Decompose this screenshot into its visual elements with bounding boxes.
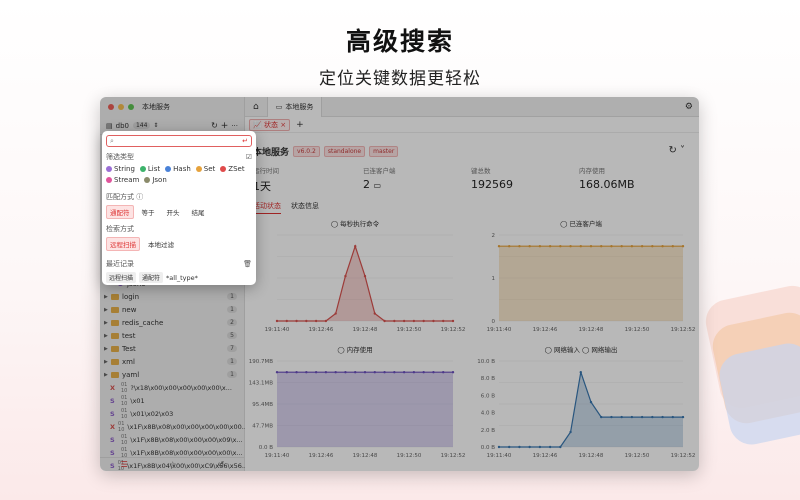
type-filter-stream[interactable]: Stream xyxy=(106,176,139,184)
type-filter-hash[interactable]: Hash xyxy=(165,165,191,173)
option-button[interactable]: 通配符 xyxy=(106,205,134,219)
type-color-dot xyxy=(106,177,112,183)
type-label: Stream xyxy=(114,176,140,184)
type-color-dot xyxy=(139,166,146,172)
checkbox-icon[interactable]: ☑ xyxy=(246,153,252,161)
type-filter-json[interactable]: Json xyxy=(144,176,167,184)
type-filter-zset[interactable]: ZSet xyxy=(220,165,245,173)
search-mode-label: 检索方式 xyxy=(106,225,134,233)
type-label: ZSet xyxy=(228,165,245,173)
recent-section: 最近记录 🗑 xyxy=(106,259,252,269)
type-color-dot xyxy=(220,166,227,172)
type-filter-list[interactable]: List xyxy=(139,165,161,173)
help-icon[interactable]: ⓘ xyxy=(136,193,143,201)
type-label: Hash xyxy=(173,165,191,173)
match-options: 通配符 等于 开头 结尾 xyxy=(106,205,252,219)
recent-label: 最近记录 xyxy=(106,260,134,268)
search-mode-options: 远程扫描 本地过滤 xyxy=(106,237,252,251)
option-button[interactable]: 本地过滤 xyxy=(144,237,178,251)
type-color-dot xyxy=(165,166,172,172)
type-filter-set[interactable]: Set xyxy=(195,165,216,173)
type-label: Set xyxy=(203,165,216,173)
recent-chip: 远程扫描 xyxy=(106,272,137,283)
enter-icon[interactable]: ↵ xyxy=(242,137,248,145)
type-label: List xyxy=(147,165,161,173)
match-label-wrap: 匹配方式 ⓘ xyxy=(106,192,143,202)
type-color-dot xyxy=(144,177,151,183)
search-input[interactable]: ⌕ ↵ xyxy=(106,135,252,147)
option-button[interactable]: 结尾 xyxy=(188,205,209,219)
search-mode-section: 检索方式 xyxy=(106,224,252,234)
option-button[interactable]: 等于 xyxy=(138,205,159,219)
type-filter-string[interactable]: String xyxy=(106,165,135,173)
filter-section: 筛选类型 ☑ xyxy=(106,152,252,162)
search-icon: ⌕ xyxy=(110,136,114,145)
filter-label: 筛选类型 xyxy=(106,153,134,161)
option-button[interactable]: 远程扫描 xyxy=(106,237,140,251)
match-label: 匹配方式 xyxy=(106,193,134,201)
option-button[interactable]: 开头 xyxy=(163,205,184,219)
hero-subtitle: 定位关键数据更轻松 xyxy=(319,69,481,89)
hero-title: 高级搜索 xyxy=(345,27,454,56)
advanced-search-popup: ⌕ ↵ 筛选类型 ☑ String List Hash Set ZSet Stream Js… xyxy=(102,131,256,285)
recent-item[interactable]: 远程扫描 通配符 *all_type* xyxy=(106,272,252,283)
match-section: 匹配方式 ⓘ xyxy=(106,192,252,202)
type-label: String xyxy=(114,165,135,173)
type-color-dot xyxy=(106,166,112,172)
type-label: Json xyxy=(152,176,167,184)
type-color-dot xyxy=(195,166,202,172)
type-list: String List Hash Set ZSet Stream Json xyxy=(106,165,252,187)
recent-query: *all_type* xyxy=(166,273,198,282)
recent-chip: 通配符 xyxy=(139,272,164,283)
trash-icon[interactable]: 🗑 xyxy=(243,260,252,268)
